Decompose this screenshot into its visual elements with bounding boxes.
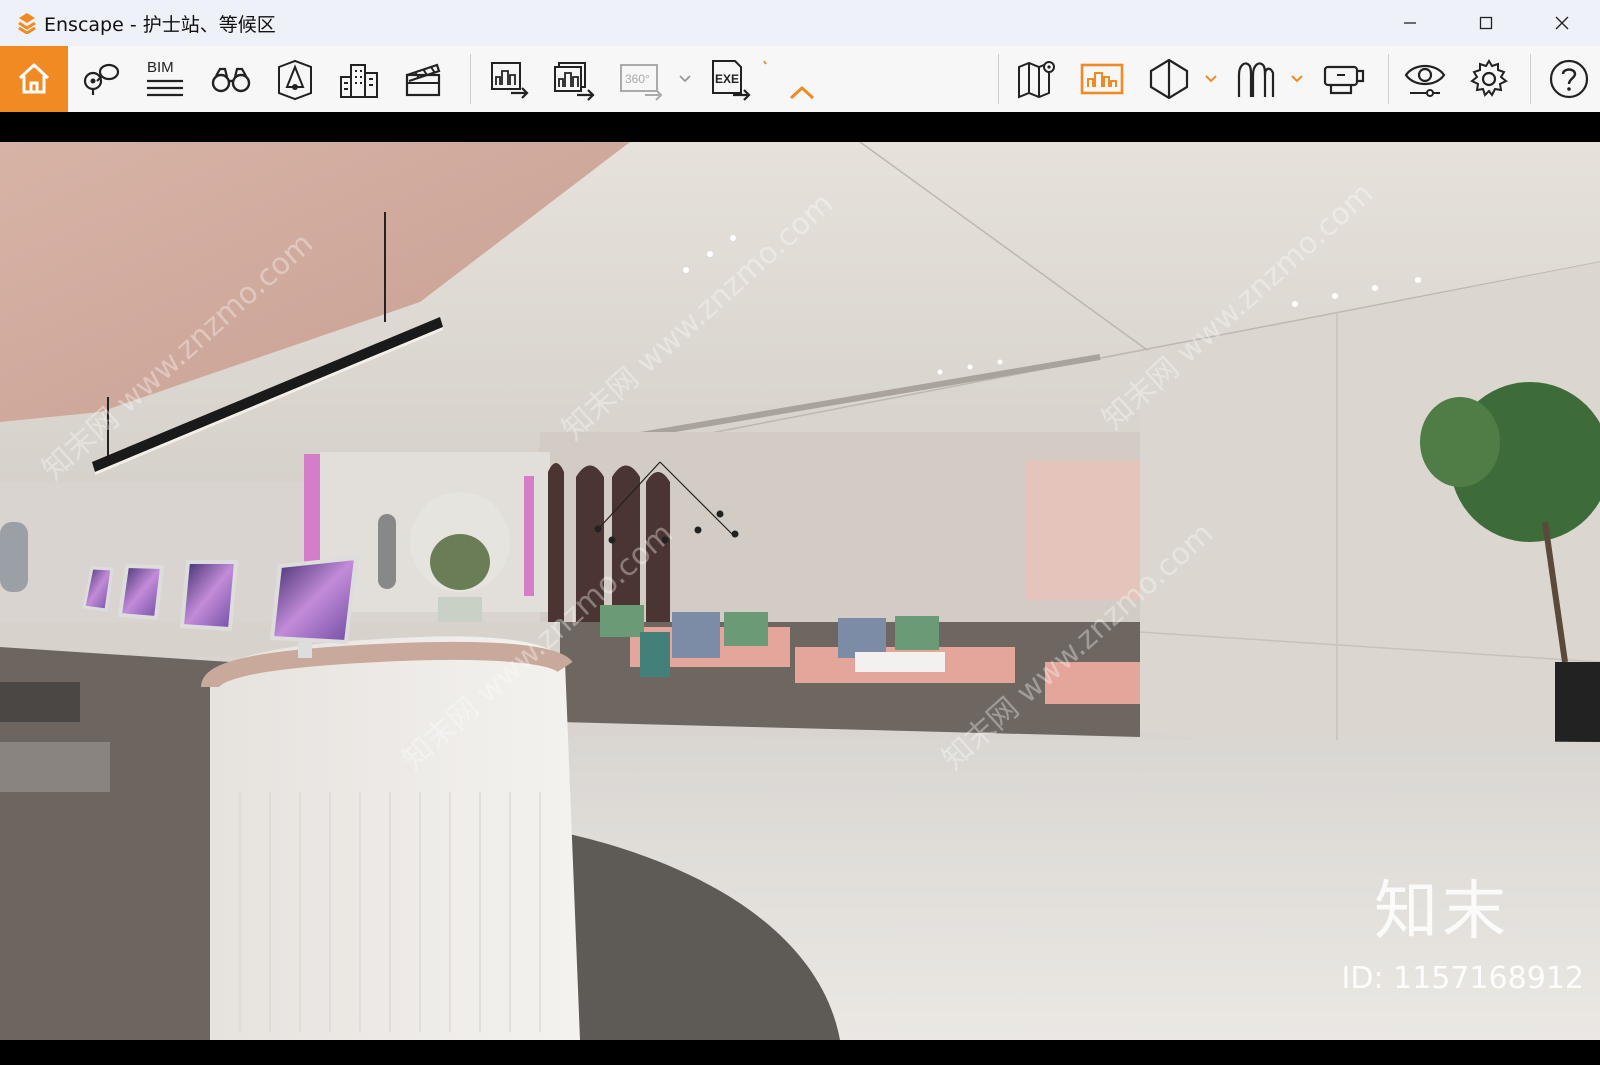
settings-button[interactable] (1464, 46, 1514, 112)
export-exe-button[interactable]: EXE (706, 46, 754, 112)
home-button[interactable] (0, 46, 68, 112)
enscape-toolbar: BIM 360° EXE (0, 46, 1600, 112)
maximize-icon (1479, 16, 1493, 30)
panorama-dropdown[interactable] (678, 46, 692, 112)
svg-text:360°: 360° (625, 72, 650, 86)
panorama-icon: 360° (620, 64, 663, 101)
chevron-down-icon (1291, 75, 1303, 83)
people-button[interactable] (1232, 46, 1278, 112)
map-pin-icon (83, 63, 120, 95)
exe-export-icon: EXE (712, 60, 751, 101)
viewport-top-letterbox (0, 112, 1600, 142)
gear-icon (1470, 59, 1508, 97)
enscape-logo-icon (16, 12, 38, 34)
render-viewport[interactable]: 知末网 www.znzmo.com 知末网 www.znzmo.com 知末网 … (0, 142, 1600, 1040)
collaborative-annotation-button[interactable] (1078, 46, 1126, 112)
svg-text:EXE: EXE (715, 72, 739, 86)
chevron-up-icon (789, 85, 815, 100)
vr-headset-icon (1323, 65, 1365, 95)
toolbar-separator (470, 54, 471, 104)
window-title: Enscape - 护士站、等候区 (44, 13, 276, 36)
map-button[interactable] (1014, 46, 1060, 112)
annotation-icon (1080, 63, 1124, 95)
buildings-icon (340, 64, 378, 98)
render-panorama-button[interactable]: 360° (616, 46, 668, 112)
render-screenshot-button[interactable] (486, 46, 534, 112)
vr-headset-button[interactable] (1318, 46, 1368, 112)
watermark-logo: 知末 (1374, 875, 1510, 949)
map-icon (1018, 61, 1055, 99)
section-cube-icon (1149, 58, 1189, 100)
visual-settings-button[interactable] (1400, 46, 1450, 112)
section-dropdown[interactable] (1204, 46, 1218, 112)
batch-render-icon (554, 62, 595, 101)
close-icon (1555, 16, 1569, 30)
chevron-tick-icon (763, 60, 767, 65)
people-icon (1237, 62, 1275, 97)
toolbar-separator (998, 54, 999, 104)
bim-icon: BIM (147, 59, 183, 97)
title-bar: Enscape - 护士站、等候区 (0, 0, 1600, 46)
video-editor-button[interactable] (400, 46, 446, 112)
views-button[interactable] (78, 46, 124, 112)
export-dropdown[interactable] (762, 30, 770, 96)
chevron-down-icon (679, 75, 691, 83)
watermark-id: ID: 1157168912 (1341, 961, 1584, 996)
svg-text:BIM: BIM (147, 59, 174, 76)
maximize-button[interactable] (1448, 0, 1524, 46)
help-icon (1549, 59, 1589, 99)
binoculars-button[interactable] (208, 46, 254, 112)
section-button[interactable] (1146, 46, 1192, 112)
binoculars-icon (211, 67, 251, 93)
help-button[interactable] (1546, 46, 1592, 112)
minimize-button[interactable] (1372, 0, 1448, 46)
window-controls (1372, 0, 1600, 46)
toolbar-separator (1388, 54, 1389, 104)
buildings-button[interactable] (336, 46, 382, 112)
enscape-window: Enscape - 护士站、等候区 BIM 360° EXE 知末网 www.z… (0, 0, 1600, 1065)
viewport-bottom-letterbox (0, 1040, 1600, 1065)
toolbar-separator (1530, 54, 1531, 104)
asset-library-icon (278, 59, 312, 101)
eye-icon (1404, 64, 1446, 97)
minimize-icon (1404, 22, 1416, 24)
render-screenshot-icon (491, 62, 529, 99)
chevron-down-icon (1205, 75, 1217, 83)
close-button[interactable] (1524, 0, 1600, 46)
home-icon (18, 63, 50, 94)
clapperboard-icon (405, 63, 441, 97)
batch-render-button[interactable] (550, 46, 600, 112)
asset-library-button[interactable] (272, 46, 318, 112)
people-dropdown[interactable] (1290, 46, 1304, 112)
bim-button[interactable]: BIM (142, 46, 188, 112)
